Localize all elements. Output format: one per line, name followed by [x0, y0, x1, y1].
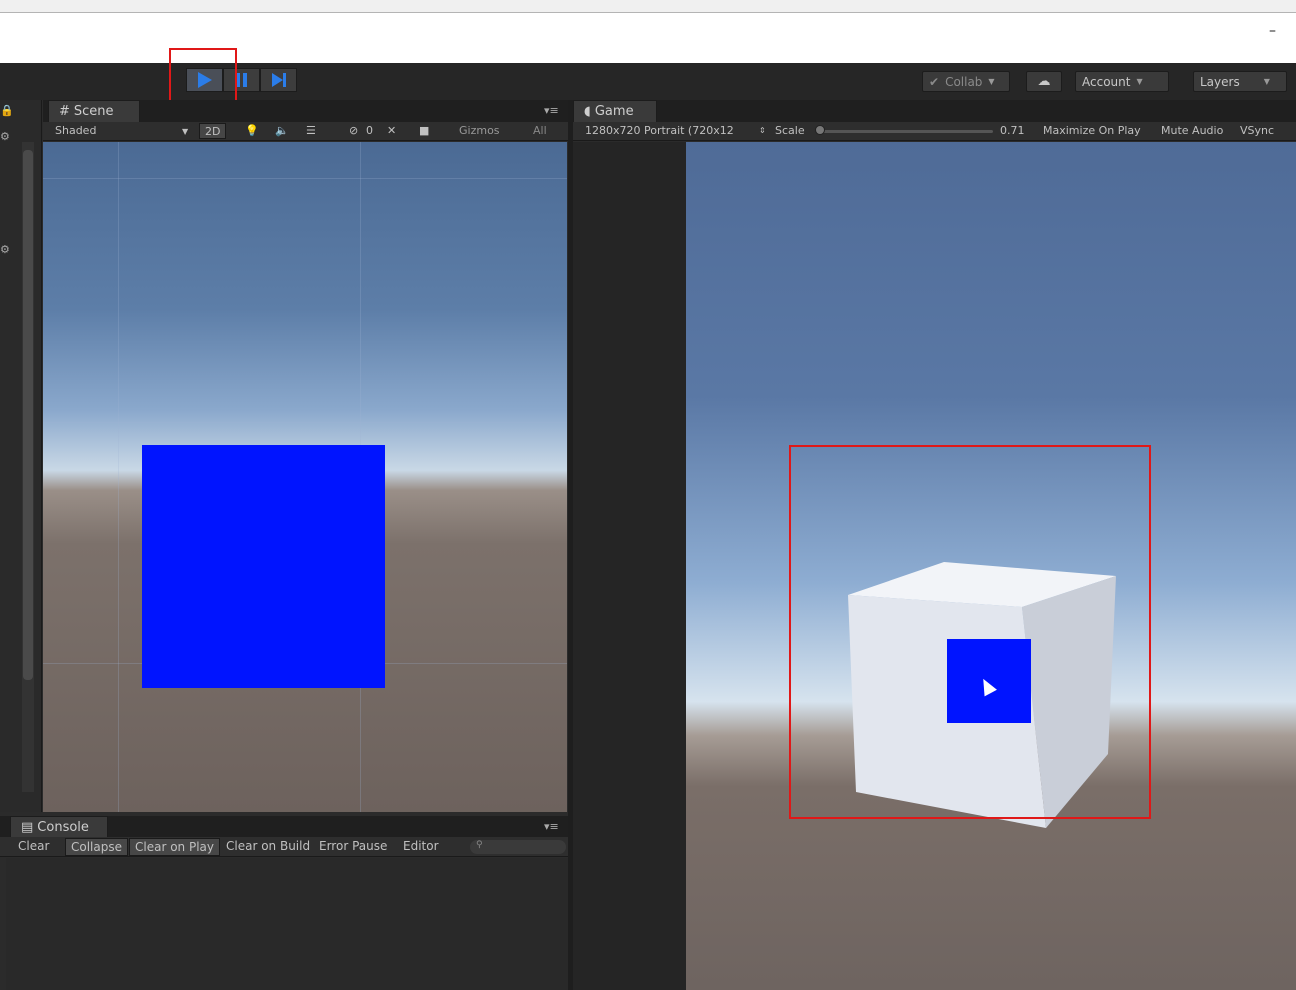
tab-game[interactable]: ◖ Game: [573, 100, 657, 122]
scene-toolbar: Shaded ▼ 2D 💡 🔈 ☰ ⊘ 0 ✕ ■ Gizmos All: [43, 122, 568, 141]
pause-icon: [236, 73, 247, 87]
console-search-input[interactable]: ⚲: [470, 840, 566, 854]
vsync-toggle[interactable]: VSync: [1240, 124, 1274, 137]
audio-icon[interactable]: 🔈: [275, 124, 289, 137]
gear-icon[interactable]: ⚙: [0, 130, 10, 143]
grid-line: [43, 422, 567, 423]
scene-viewport[interactable]: [43, 142, 567, 812]
collab-button[interactable]: ✔ Collab ▼: [922, 71, 1010, 92]
chevron-down-icon: ▼: [182, 127, 189, 136]
scene-tabbar: # Scene ▾≡: [43, 100, 568, 122]
clear-on-play-toggle[interactable]: Clear on Play: [129, 838, 220, 856]
tools-icon[interactable]: ✕: [387, 124, 396, 137]
panel-menu-icon[interactable]: ▾≡: [544, 104, 559, 117]
minimize-button[interactable]: –: [1269, 23, 1276, 39]
shading-dropdown[interactable]: Shaded: [55, 124, 96, 137]
game-highlight-box: [789, 445, 1151, 819]
2d-toggle[interactable]: 2D: [199, 123, 227, 139]
console-tabbar: ▤ Console ▾≡: [0, 816, 568, 837]
grid-line: [43, 178, 567, 179]
scene-blue-square[interactable]: [142, 445, 385, 688]
step-icon: [271, 73, 286, 87]
hidden-objects-icon[interactable]: ⊘: [349, 124, 358, 137]
console-toolbar: Clear Collapse Clear on Play Clear on Bu…: [0, 837, 568, 857]
scale-slider-knob[interactable]: [815, 125, 825, 135]
stepper-icon: ⇕: [759, 126, 766, 135]
grid-icon: #: [59, 104, 70, 119]
chevron-down-icon: ▼: [988, 77, 995, 86]
chevron-down-icon: ▼: [1136, 77, 1143, 86]
tab-console[interactable]: ▤ Console: [10, 816, 108, 837]
account-dropdown[interactable]: Account ▼: [1075, 71, 1169, 92]
scene-search[interactable]: All: [533, 124, 547, 137]
game-tabbar: ◖ Game: [573, 100, 1296, 122]
chevron-down-icon: ▼: [1263, 77, 1270, 86]
game-toolbar: 1280x720 Portrait (720x12 ⇕ Scale 0.71 M…: [573, 122, 1296, 141]
error-pause-toggle[interactable]: Error Pause: [314, 838, 392, 856]
gear-icon[interactable]: ⚙: [0, 243, 10, 256]
gizmos-dropdown[interactable]: Gizmos: [459, 124, 500, 137]
lock-icon: 🔒: [0, 104, 14, 117]
resolution-dropdown[interactable]: 1280x720 Portrait (720x12: [585, 124, 734, 137]
scrollbar-thumb[interactable]: [23, 150, 33, 680]
collapse-toggle[interactable]: Collapse: [65, 838, 128, 856]
camera-icon[interactable]: ■: [419, 124, 429, 137]
console-icon: ▤: [21, 819, 34, 835]
window-titlebar: [0, 0, 1296, 13]
scale-value: 0.71: [1000, 124, 1025, 137]
game-letterbox: [573, 142, 686, 990]
panel-menu-icon[interactable]: ▾≡: [544, 820, 559, 833]
scale-slider[interactable]: [818, 130, 993, 133]
cloud-button[interactable]: ☁: [1026, 71, 1062, 92]
scale-label: Scale: [775, 124, 805, 137]
hierarchy-panel-edge: [0, 100, 42, 812]
effects-icon[interactable]: ☰: [306, 124, 316, 137]
cloud-icon: ☁: [1037, 74, 1051, 89]
tab-scene[interactable]: # Scene: [48, 100, 140, 122]
lighting-icon[interactable]: 💡: [245, 124, 259, 137]
editor-dropdown[interactable]: Editor: [398, 838, 444, 856]
pacman-icon: ◖: [584, 104, 591, 119]
check-icon: ✔: [929, 74, 940, 89]
mute-audio-toggle[interactable]: Mute Audio: [1161, 124, 1223, 137]
hidden-count: 0: [366, 124, 373, 137]
step-button[interactable]: [260, 68, 297, 92]
grid-line: [118, 142, 119, 812]
layers-dropdown[interactable]: Layers ▼: [1193, 71, 1287, 92]
maximize-on-play-toggle[interactable]: Maximize On Play: [1043, 124, 1141, 137]
clear-on-build-toggle[interactable]: Clear on Build: [221, 838, 315, 856]
clear-button[interactable]: Clear: [13, 838, 54, 856]
console-log-area[interactable]: [6, 858, 568, 990]
search-icon: ⚲: [476, 840, 483, 850]
